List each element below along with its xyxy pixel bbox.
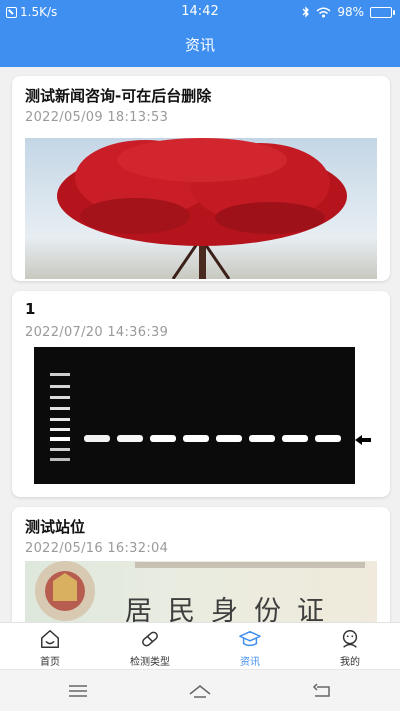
status-right: 98% xyxy=(302,5,395,19)
news-image: 居民身份证 xyxy=(25,561,377,622)
arrow-left-icon xyxy=(355,435,371,445)
news-title: 测试新闻咨询-可在后台删除 xyxy=(25,87,212,105)
news-title: 1 xyxy=(25,300,36,318)
news-date: 2022/05/16 16:32:04 xyxy=(25,541,169,556)
news-card[interactable]: 1 2022/07/20 14:36:39 xyxy=(12,291,390,497)
test-type-icon xyxy=(142,631,158,647)
back-icon[interactable] xyxy=(310,679,334,703)
tab-profile[interactable]: 我的 xyxy=(300,623,400,669)
profile-icon xyxy=(342,630,358,648)
battery-percent: 98% xyxy=(337,5,364,19)
battery-icon xyxy=(370,6,395,18)
wifi-icon xyxy=(316,7,331,17)
menu-icon[interactable] xyxy=(66,679,90,703)
tab-news[interactable]: 资讯 xyxy=(200,623,300,669)
id-card-text: 居民身份证 xyxy=(125,596,340,622)
news-card[interactable]: 测试站位 2022/05/16 16:32:04 居民身份证 xyxy=(12,507,390,622)
news-card[interactable]: 测试新闻咨询-可在后台删除 2022/05/09 18:13:53 xyxy=(12,76,390,281)
tab-home[interactable]: 首页 xyxy=(0,623,100,669)
page-title: 资讯 xyxy=(0,25,400,67)
news-date: 2022/05/09 18:13:53 xyxy=(25,110,169,125)
tab-label: 我的 xyxy=(340,657,360,668)
system-nav-bar xyxy=(0,669,400,711)
tab-test-type[interactable]: 检测类型 xyxy=(100,623,200,669)
news-feed[interactable]: 测试新闻咨询-可在后台删除 2022/05/09 18:13:53 1 2022… xyxy=(0,67,400,622)
home-button-icon[interactable] xyxy=(188,679,212,703)
graduation-cap-icon xyxy=(239,630,261,647)
home-icon xyxy=(41,630,59,648)
bluetooth-icon xyxy=(302,6,310,18)
news-title: 测试站位 xyxy=(25,518,86,536)
news-image xyxy=(34,347,355,484)
bottom-tab-bar: 首页 检测类型 资讯 我的 xyxy=(0,622,400,669)
tab-label: 资讯 xyxy=(240,657,260,668)
tab-label: 首页 xyxy=(40,657,60,668)
status-bar: 1.5K/s 14:42 98% xyxy=(0,0,400,25)
news-date: 2022/07/20 14:36:39 xyxy=(25,325,169,340)
tab-label: 检测类型 xyxy=(130,657,170,668)
news-image xyxy=(25,138,377,279)
